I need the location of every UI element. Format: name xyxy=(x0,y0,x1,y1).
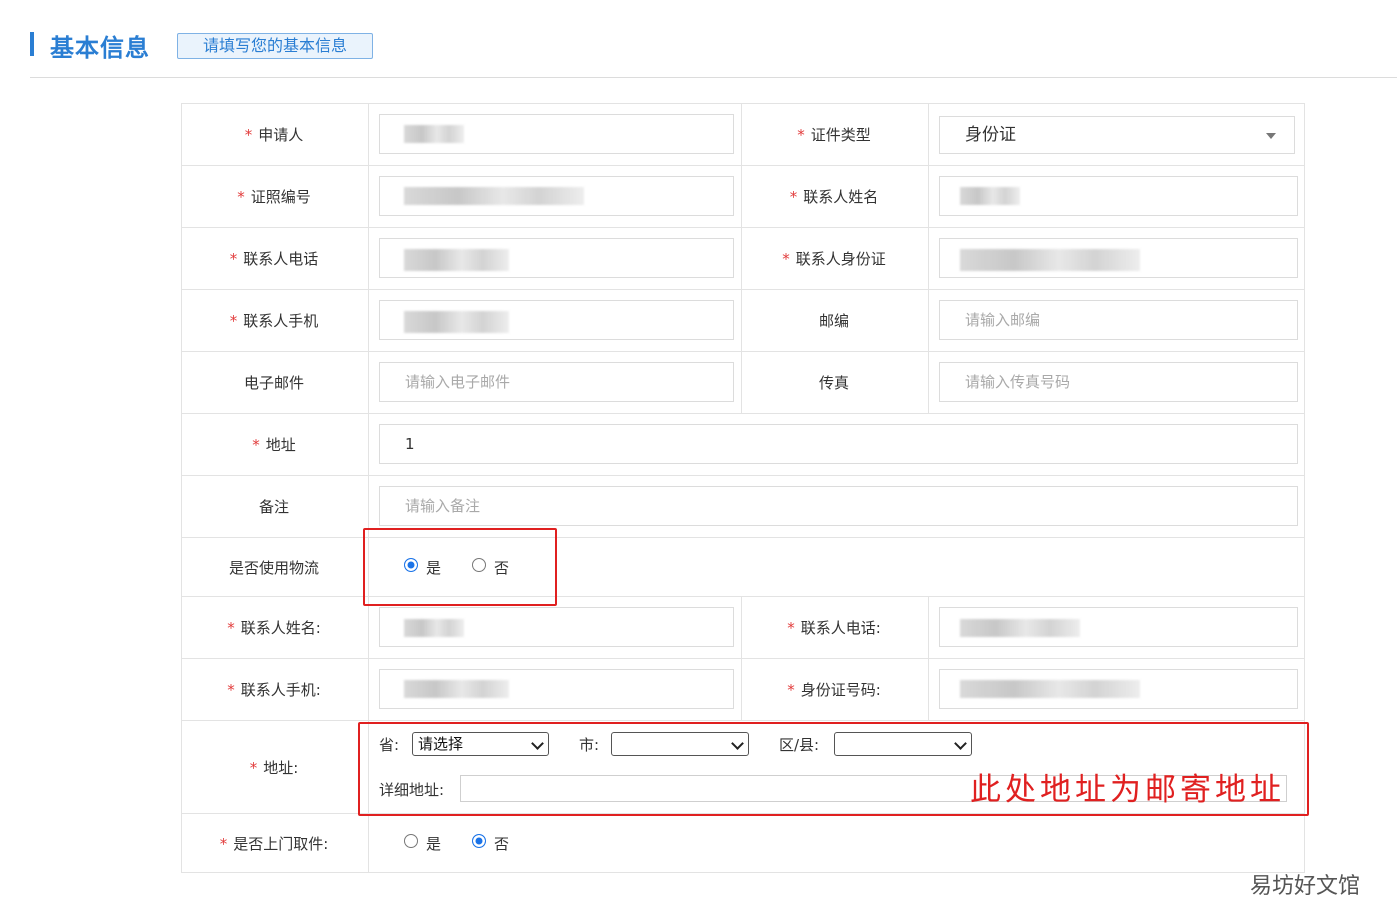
use-logistics-label: 是否使用物流 xyxy=(228,559,319,577)
id-type-label-text: 证件类型 xyxy=(810,126,871,144)
highlight-box xyxy=(358,722,1309,816)
row-divider xyxy=(181,596,1305,597)
contact-mobile-label: * 联系人手机 xyxy=(181,310,367,331)
row-divider xyxy=(181,720,1305,721)
pickup-no-radio[interactable] xyxy=(472,834,486,848)
lg-contact-phone-label-text: 联系人电话: xyxy=(800,619,881,637)
remark-label: 备注 xyxy=(258,498,289,516)
contact-id-label-text: 联系人身份证 xyxy=(795,250,886,268)
required-mark: * xyxy=(227,681,235,699)
lg-address-label-text: 地址: xyxy=(263,759,299,777)
email-label: 电子邮件 xyxy=(243,374,304,392)
address-label: * 地址 xyxy=(181,434,367,455)
row-divider xyxy=(181,537,1305,538)
section-title: 基本信息 xyxy=(50,34,150,62)
redacted-value xyxy=(404,680,509,698)
redacted-value xyxy=(404,619,464,637)
section-accent-bar xyxy=(30,32,34,56)
lg-contact-mobile-label-text: 联系人手机: xyxy=(240,681,321,699)
watermark: 易坊好文馆 xyxy=(1250,874,1361,899)
contact-id-label: * 联系人身份证 xyxy=(741,248,927,269)
redacted-value xyxy=(404,249,509,271)
redacted-value xyxy=(404,311,509,333)
chevron-down-icon xyxy=(1266,133,1276,139)
address-input[interactable]: 1 xyxy=(379,424,1298,464)
applicant-label-text: 申请人 xyxy=(258,126,304,144)
contact-mobile-label-text: 联系人手机 xyxy=(243,312,319,330)
col-divider xyxy=(928,103,929,413)
redacted-value xyxy=(960,249,1140,271)
id-type-label: * 证件类型 xyxy=(741,124,927,145)
required-mark: * xyxy=(244,126,253,144)
required-mark: * xyxy=(229,250,238,268)
row-divider xyxy=(181,227,1305,228)
col-divider xyxy=(741,596,742,720)
required-mark: * xyxy=(229,312,238,330)
row-divider xyxy=(181,658,1305,659)
row-divider xyxy=(181,165,1305,166)
fax-label: 传真 xyxy=(818,374,849,392)
section-header: 基本信息 请填写您的基本信息 xyxy=(30,30,1397,62)
required-mark: * xyxy=(237,188,245,206)
contact-name-label-text: 联系人姓名 xyxy=(803,188,879,206)
required-mark: * xyxy=(219,835,228,853)
lg-id-no-label: * 身份证号码: xyxy=(741,679,927,700)
row-divider xyxy=(181,475,1305,476)
contact-phone-label-text: 联系人电话 xyxy=(243,250,319,268)
section-tip: 请填写您的基本信息 xyxy=(177,33,373,59)
redacted-value xyxy=(404,125,464,143)
contact-phone-label: * 联系人电话 xyxy=(181,248,367,269)
license-no-label-text: 证照编号 xyxy=(250,188,311,206)
required-mark: * xyxy=(252,436,260,454)
applicant-label: * 申请人 xyxy=(181,124,367,145)
door-pickup-label-text: 是否上门取件: xyxy=(233,835,329,853)
row-divider xyxy=(181,413,1305,414)
contact-name-label: * 联系人姓名 xyxy=(741,186,927,207)
email-input[interactable]: 请输入电子邮件 xyxy=(379,362,734,402)
lg-id-no-label-text: 身份证号码: xyxy=(800,681,881,699)
header-divider xyxy=(30,77,1397,78)
required-mark: * xyxy=(787,619,795,637)
redacted-value xyxy=(960,680,1140,698)
required-mark: * xyxy=(797,126,805,144)
pickup-yes-label: 是 xyxy=(426,835,442,853)
lg-contact-name-label-text: 联系人姓名: xyxy=(240,619,321,637)
lg-contact-phone-label: * 联系人电话: xyxy=(741,617,927,638)
required-mark: * xyxy=(782,250,790,268)
postcode-label: 邮编 xyxy=(818,312,849,330)
col-divider xyxy=(928,596,929,720)
row-divider xyxy=(181,351,1305,352)
row-divider xyxy=(181,289,1305,290)
redacted-value xyxy=(960,187,1020,205)
id-type-select[interactable]: 身份证 xyxy=(939,116,1295,154)
address-label-text: 地址 xyxy=(265,436,296,454)
remark-input[interactable]: 请输入备注 xyxy=(379,486,1298,526)
required-mark: * xyxy=(249,759,258,777)
door-pickup-label: * 是否上门取件: xyxy=(181,833,367,854)
highlight-box xyxy=(363,528,557,606)
id-type-value: 身份证 xyxy=(965,125,1016,145)
lg-address-label: * 地址: xyxy=(181,757,367,778)
fax-input[interactable]: 请输入传真号码 xyxy=(939,362,1298,402)
required-mark: * xyxy=(789,188,798,206)
redacted-value xyxy=(960,619,1080,637)
pickup-yes-radio[interactable] xyxy=(404,834,418,848)
pickup-no-label: 否 xyxy=(494,835,510,853)
required-mark: * xyxy=(227,619,235,637)
license-no-label: * 证照编号 xyxy=(181,186,367,207)
required-mark: * xyxy=(787,681,795,699)
redacted-value xyxy=(404,187,584,205)
lg-contact-mobile-label: * 联系人手机: xyxy=(181,679,367,700)
postcode-input[interactable]: 请输入邮编 xyxy=(939,300,1298,340)
lg-contact-name-label: * 联系人姓名: xyxy=(181,617,367,638)
